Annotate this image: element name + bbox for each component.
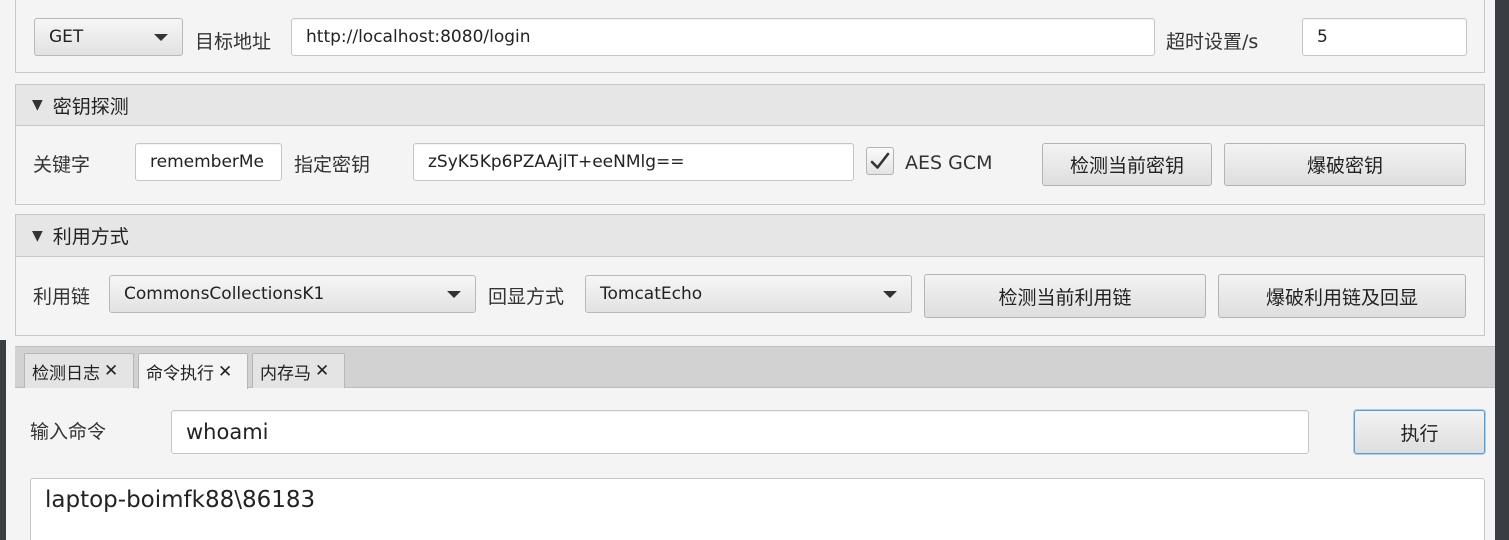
key-section-header[interactable]: ▼ 密钥探测 xyxy=(15,84,1485,126)
echo-label: 回显方式 xyxy=(488,285,565,308)
exploit-section-title: 利用方式 xyxy=(52,226,129,248)
echo-value: TomcatEcho xyxy=(600,284,703,304)
brute-chain-button[interactable]: 爆破利用链及回显 xyxy=(1218,274,1466,318)
tab-label: 检测日志 xyxy=(32,363,100,384)
target-label: 目标地址 xyxy=(195,30,272,53)
method-value: GET xyxy=(49,27,84,47)
exploit-section-header[interactable]: ▼ 利用方式 xyxy=(15,214,1485,257)
aes-gcm-label: AES GCM xyxy=(905,152,993,174)
tab-label: 内存马 xyxy=(260,363,311,384)
tab-detect-log[interactable]: 检测日志 ✕ xyxy=(24,353,134,388)
chain-select[interactable]: CommonsCollectionsK1 xyxy=(109,275,476,313)
tab-label: 命令执行 xyxy=(146,364,214,384)
chevron-down-icon xyxy=(154,34,168,41)
command-input[interactable]: whoami xyxy=(171,410,1309,454)
detect-chain-button[interactable]: 检测当前利用链 xyxy=(924,274,1206,318)
execute-button[interactable]: 执行 xyxy=(1354,410,1485,454)
checkmark-icon xyxy=(870,152,890,169)
echo-select[interactable]: TomcatEcho xyxy=(585,275,912,313)
detect-key-button[interactable]: 检测当前密钥 xyxy=(1042,143,1212,186)
target-url-input[interactable]: http://localhost:8080/login xyxy=(291,18,1155,56)
chevron-down-icon xyxy=(447,291,461,298)
chain-label: 利用链 xyxy=(33,285,91,308)
key-section-title: 密钥探测 xyxy=(52,95,129,118)
keyword-input[interactable]: rememberMe xyxy=(135,143,282,181)
key-label: 指定密钥 xyxy=(294,153,371,176)
close-icon[interactable]: ✕ xyxy=(104,361,118,381)
key-input[interactable]: zSyK5Kp6PZAAjlT+eeNMlg== xyxy=(413,143,854,181)
chevron-down-icon xyxy=(883,291,897,298)
timeout-input[interactable]: 5 xyxy=(1302,18,1467,56)
close-icon[interactable]: ✕ xyxy=(315,361,329,381)
triangle-down-icon: ▼ xyxy=(32,227,43,244)
method-select[interactable]: GET xyxy=(34,18,183,56)
command-label: 输入命令 xyxy=(30,420,107,443)
tab-command-exec[interactable]: 命令执行 ✕ xyxy=(138,353,248,389)
aes-gcm-checkbox[interactable] xyxy=(866,147,894,175)
triangle-down-icon: ▼ xyxy=(32,97,43,113)
command-output[interactable]: laptop-boimfk88\86183 xyxy=(30,478,1485,540)
window-edge-left xyxy=(0,340,6,540)
chain-value: CommonsCollectionsK1 xyxy=(124,284,325,304)
close-icon[interactable]: ✕ xyxy=(218,362,232,382)
timeout-label: 超时设置/s xyxy=(1166,30,1259,53)
window-edge-right xyxy=(1495,0,1509,540)
brute-key-button[interactable]: 爆破密钥 xyxy=(1224,143,1466,186)
keyword-label: 关键字 xyxy=(33,153,91,176)
tab-memshell[interactable]: 内存马 ✕ xyxy=(252,353,345,388)
